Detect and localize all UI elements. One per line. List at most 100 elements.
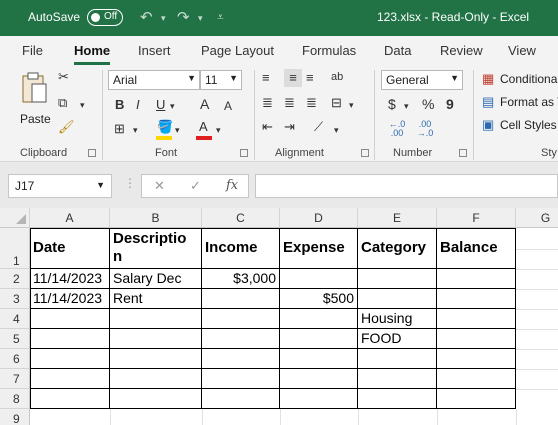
cell-f3[interactable] [437, 289, 516, 309]
cell-e6[interactable] [358, 349, 437, 369]
grow-font-button[interactable]: A [200, 95, 209, 113]
font-color-dropdown-icon[interactable]: ▾ [216, 121, 221, 139]
row-header-7[interactable]: 7 [0, 369, 30, 389]
cell-b5[interactable] [110, 329, 202, 349]
fill-color-dropdown-icon[interactable]: ▾ [175, 121, 180, 139]
cell-e3[interactable] [358, 289, 437, 309]
conditional-formatting-button[interactable]: Conditiona [500, 72, 557, 86]
column-header-f[interactable]: F [437, 208, 516, 228]
align-center-icon[interactable]: ≣ [284, 94, 295, 112]
cell-f5[interactable] [437, 329, 516, 349]
alignment-launcher-icon[interactable] [361, 149, 369, 157]
undo-dropdown-icon[interactable]: ▾ [161, 13, 166, 24]
cell-f6[interactable] [437, 349, 516, 369]
cell-b4[interactable] [110, 309, 202, 329]
merge-center-icon[interactable]: ⊟ [331, 94, 342, 112]
align-middle-icon[interactable]: ≡ [284, 69, 302, 87]
currency-button[interactable]: $ [388, 95, 396, 113]
tab-review[interactable]: Review [440, 43, 483, 58]
column-header-b[interactable]: B [110, 208, 202, 228]
font-launcher-icon[interactable] [240, 149, 248, 157]
borders-icon[interactable]: ⊞ [114, 120, 125, 138]
cell-b8[interactable] [110, 389, 202, 409]
decrease-decimal-button[interactable]: .00 →.0 [412, 120, 438, 138]
increase-indent-icon[interactable]: ⇥ [284, 118, 295, 136]
tab-formulas[interactable]: Formulas [302, 43, 356, 58]
orientation-dropdown-icon[interactable]: ▾ [334, 121, 339, 139]
select-all-button[interactable] [0, 208, 30, 228]
cell-a1[interactable]: Date [30, 228, 110, 269]
underline-button[interactable]: U [156, 96, 165, 114]
row-header-8[interactable]: 8 [0, 389, 30, 409]
column-header-c[interactable]: C [202, 208, 280, 228]
cell-f2[interactable] [437, 269, 516, 289]
wrap-text-icon[interactable]: ab [331, 68, 343, 86]
number-launcher-icon[interactable] [459, 149, 467, 157]
cell-a4[interactable] [30, 309, 110, 329]
cell-b2[interactable]: Salary Dec [110, 269, 202, 289]
row-header-9[interactable]: 9 [0, 409, 30, 425]
insert-function-icon[interactable]: fx [226, 178, 238, 193]
comma-style-button[interactable]: 9 [446, 95, 454, 113]
row-header-6[interactable]: 6 [0, 349, 30, 369]
column-header-d[interactable]: D [280, 208, 358, 228]
cell-c3[interactable] [202, 289, 280, 309]
cell-e7[interactable] [358, 369, 437, 389]
tab-home[interactable]: Home [74, 43, 110, 58]
tab-file[interactable]: File [22, 43, 43, 58]
cell-d6[interactable] [280, 349, 358, 369]
cell-c5[interactable] [202, 329, 280, 349]
cell-a3[interactable]: 11/14/2023 [30, 289, 110, 309]
font-size-select[interactable]: 11 ▼ [200, 70, 242, 90]
format-as-table-button[interactable]: Format as T [500, 95, 558, 109]
name-box[interactable]: J17 ▼ [8, 174, 112, 198]
cell-d1[interactable]: Expense [280, 228, 358, 269]
cell-f7[interactable] [437, 369, 516, 389]
cell-a5[interactable] [30, 329, 110, 349]
redo-dropdown-icon[interactable]: ▾ [198, 13, 203, 24]
font-name-select[interactable]: Arial ▼ [108, 70, 200, 90]
italic-button[interactable]: I [136, 96, 140, 114]
paste-button[interactable]: Paste [18, 72, 52, 132]
cell-c6[interactable] [202, 349, 280, 369]
bold-button[interactable]: B [115, 96, 124, 114]
cell-a2[interactable]: 11/14/2023 [30, 269, 110, 289]
cell-d7[interactable] [280, 369, 358, 389]
copy-dropdown-icon[interactable]: ▾ [80, 96, 85, 114]
orientation-icon[interactable]: ⟋ [314, 118, 323, 136]
row-header-1[interactable]: 1 [0, 228, 30, 269]
cell-b6[interactable] [110, 349, 202, 369]
autosave-toggle[interactable]: Off [87, 9, 123, 26]
align-left-icon[interactable]: ≣ [262, 94, 273, 112]
cell-d3[interactable]: $500 [280, 289, 358, 309]
cell-b7[interactable] [110, 369, 202, 389]
align-right-icon[interactable]: ≣ [306, 94, 317, 112]
cut-icon[interactable]: ✂ [58, 68, 69, 86]
formula-input[interactable] [255, 174, 558, 198]
tab-page-layout[interactable]: Page Layout [201, 43, 274, 58]
row-header-5[interactable]: 5 [0, 329, 30, 349]
underline-dropdown-icon[interactable]: ▾ [170, 97, 175, 115]
number-format-select[interactable]: General ▼ [381, 70, 463, 90]
cell-a8[interactable] [30, 389, 110, 409]
column-header-a[interactable]: A [30, 208, 110, 228]
row-header-3[interactable]: 3 [0, 289, 30, 309]
cell-d2[interactable] [280, 269, 358, 289]
cancel-icon[interactable]: ✕ [154, 178, 165, 194]
row-header-2[interactable]: 2 [0, 269, 30, 289]
clipboard-launcher-icon[interactable] [88, 149, 96, 157]
align-bottom-icon[interactable]: ≡ [306, 69, 314, 87]
cell-c4[interactable] [202, 309, 280, 329]
column-header-g[interactable]: G [516, 208, 558, 228]
undo-icon[interactable]: ↶ [140, 8, 153, 26]
decrease-indent-icon[interactable]: ⇤ [262, 118, 273, 136]
cell-f8[interactable] [437, 389, 516, 409]
cell-e8[interactable] [358, 389, 437, 409]
increase-decimal-button[interactable]: ←.0 .00 [384, 120, 410, 138]
font-color-button[interactable]: A [199, 118, 208, 136]
redo-icon[interactable]: ↷ [177, 8, 190, 26]
copy-icon[interactable]: ⧉ [58, 94, 67, 112]
row-header-4[interactable]: 4 [0, 309, 30, 329]
cell-e5[interactable]: FOOD [358, 329, 437, 349]
cell-e1[interactable]: Category [358, 228, 437, 269]
